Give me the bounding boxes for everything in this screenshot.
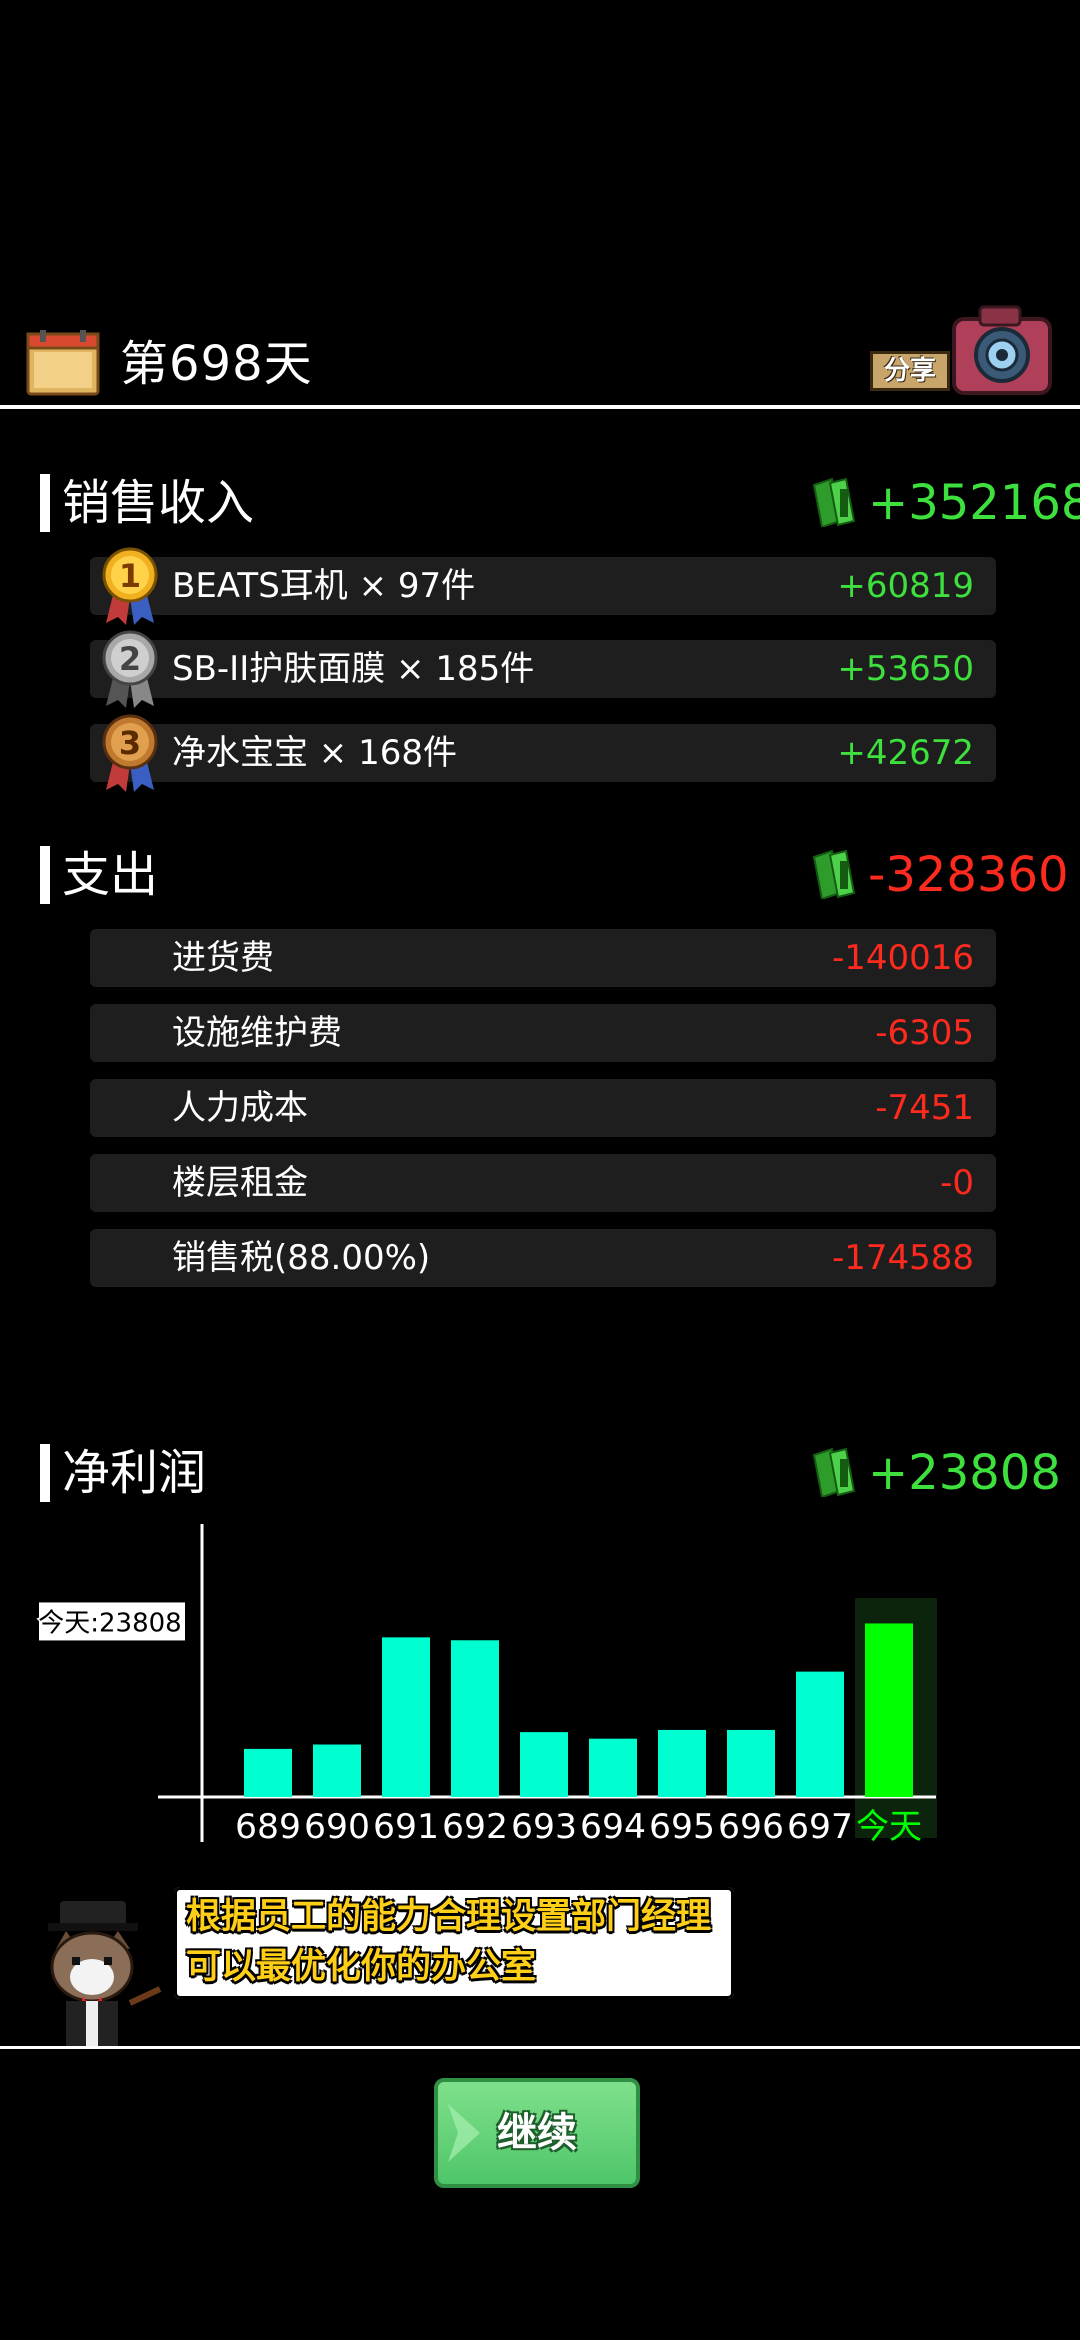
expense-item-value: -7451 (875, 1088, 974, 1128)
silver-medal-icon: 2 (102, 630, 158, 708)
sales-section-marker (40, 474, 50, 532)
bronze-medal-icon: 3 (102, 714, 158, 792)
expense-item-label: 人力成本 (172, 1088, 308, 1128)
bar-day-690 (313, 1744, 361, 1797)
bar-day-695 (658, 1729, 706, 1797)
bar-day-691 (382, 1637, 430, 1797)
x-tick-label: 696 (718, 1807, 784, 1847)
bar-day-689 (244, 1748, 292, 1797)
sales-item-label: 净水宝宝 × 168件 (172, 733, 457, 773)
x-tick-label: 690 (304, 1807, 370, 1847)
x-tick-label: 691 (373, 1807, 439, 1847)
tip-line-1: 根据员工的能力合理设置部门经理 (186, 1897, 712, 1937)
expense-item: 人力成本 -7451 (90, 1079, 996, 1137)
money-icon (812, 849, 856, 899)
bar-today (865, 1623, 913, 1797)
x-tick-label: 今天 (856, 1807, 922, 1847)
expense-item-value: -0 (940, 1163, 974, 1203)
today-annotation-label: 今天:23808 (38, 1608, 181, 1638)
profit-chart: 689 690 691 692 693 694 695 696 697 今天 今天:23808 (37, 1524, 937, 1847)
medal-rank: 1 (119, 557, 141, 595)
sales-item-value: +60819 (837, 566, 974, 606)
profit-total: +23808 (868, 1445, 1061, 1501)
sales-total: +352168 (868, 475, 1080, 531)
continue-label: 继续 (497, 2110, 577, 2156)
sales-item: 2 SB-II护肤面膜 × 185件 +53650 (90, 630, 996, 708)
share-label: 分享 (870, 351, 950, 391)
continue-button[interactable]: 继续 (434, 2078, 640, 2188)
expense-item-label: 楼层租金 (172, 1163, 308, 1203)
bar-day-697 (796, 1671, 844, 1797)
footer-divider (0, 2046, 1080, 2049)
sales-item-label: SB-II护肤面膜 × 185件 (172, 649, 535, 689)
bar-day-696 (727, 1729, 775, 1797)
gold-medal-icon: 1 (102, 547, 158, 625)
expense-item-label: 进货费 (172, 938, 274, 978)
expenses-section-marker (40, 846, 50, 904)
expense-item-label: 销售税(88.00%) (172, 1238, 431, 1278)
profit-section-marker (40, 1444, 50, 1502)
expense-item: 进货费 -140016 (90, 929, 996, 987)
bar-day-692 (451, 1640, 499, 1797)
calendar-icon (26, 330, 100, 396)
tip-line-2: 可以最优化你的办公室 (186, 1947, 537, 1987)
today-annotation: 今天:23808 (37, 1600, 187, 1643)
sales-item-value: +42672 (837, 733, 974, 773)
sales-item: 1 BEATS耳机 × 97件 +60819 (90, 547, 996, 625)
bar-day-693 (520, 1732, 568, 1797)
share-button[interactable]: 分享 (870, 305, 1056, 397)
camera-icon (952, 305, 1052, 395)
money-icon (812, 477, 856, 527)
sales-item-value: +53650 (837, 649, 974, 689)
medal-rank: 2 (119, 640, 141, 678)
expense-item: 楼层租金 -0 (90, 1154, 996, 1212)
sales-title: 销售收入 (62, 475, 255, 531)
x-tick-label: 689 (235, 1807, 301, 1847)
x-tick-label: 693 (511, 1807, 577, 1847)
cat-manager-avatar (48, 1901, 162, 2047)
expense-item: 销售税(88.00%) -174588 (90, 1229, 996, 1287)
medal-rank: 3 (119, 724, 141, 762)
expenses-total: -328360 (868, 847, 1069, 903)
expenses-title: 支出 (62, 847, 159, 903)
expense-item-label: 设施维护费 (172, 1013, 342, 1053)
expense-item: 设施维护费 -6305 (90, 1004, 996, 1062)
sales-item-label: BEATS耳机 × 97件 (172, 566, 476, 606)
money-icon (812, 1447, 856, 1497)
x-tick-label: 694 (580, 1807, 646, 1847)
sales-item: 3 净水宝宝 × 168件 +42672 (90, 714, 996, 792)
expense-item-value: -174588 (831, 1238, 974, 1278)
profit-title: 净利润 (62, 1445, 207, 1501)
x-tick-label: 697 (787, 1807, 853, 1847)
expense-item-value: -140016 (831, 938, 974, 978)
x-tick-label: 692 (442, 1807, 508, 1847)
tip-bubble: 根据员工的能力合理设置部门经理 可以最优化你的办公室 (174, 1887, 734, 1999)
expense-item-value: -6305 (875, 1013, 974, 1053)
header-divider (0, 405, 1080, 409)
bar-day-694 (589, 1738, 637, 1797)
x-tick-label: 695 (649, 1807, 715, 1847)
day-title: 第698天 (120, 336, 313, 392)
